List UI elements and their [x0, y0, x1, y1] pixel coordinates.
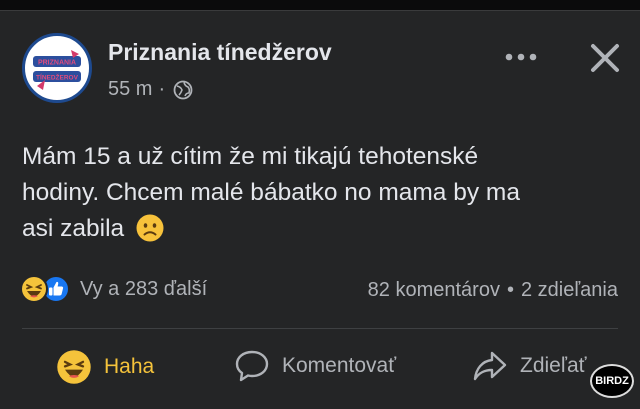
watermark-logo: BIRDZ	[590, 364, 634, 398]
post-text-line: hodiny. Chcem malé bábatko no mama by ma	[22, 179, 520, 206]
share-icon	[473, 351, 507, 381]
more-dots-icon	[505, 53, 537, 61]
haha-icon	[57, 350, 91, 384]
svg-text:PRIZNANIA: PRIZNANIA	[38, 60, 76, 67]
post-text-line: Mám 15 a už cítim že mi tikajú tehotensk…	[22, 143, 479, 170]
post-time[interactable]: 55 m	[108, 78, 152, 101]
comment-label: Komentovať	[282, 354, 397, 377]
share-label: Zdieľať	[520, 354, 587, 377]
share-button[interactable]: Zdieľať	[472, 349, 587, 383]
counts-separator: •	[506, 279, 514, 301]
priznania-logo: PRIZNANIA TÍNEDŽEROV	[27, 38, 87, 98]
engagement-counts: 82 komentárov • 2 zdieľania	[368, 279, 618, 302]
haha-icon	[20, 275, 48, 303]
post-text: Mám 15 a už cítim že mi tikajú tehotensk…	[22, 139, 612, 247]
globe-icon	[173, 80, 193, 99]
meta-dot: ·	[158, 78, 166, 100]
close-icon	[591, 44, 619, 72]
shares-count[interactable]: 2 zdieľania	[521, 279, 618, 302]
divider	[22, 328, 618, 329]
post-text-line-content: asi zabila	[22, 215, 125, 242]
post-card: PRIZNANIA TÍNEDŽEROV Priznania tínedžero…	[0, 10, 640, 409]
page-avatar[interactable]: PRIZNANIA TÍNEDŽEROV	[22, 33, 92, 103]
sad-face-emoji	[136, 214, 164, 242]
more-options-button[interactable]	[504, 47, 538, 67]
page-name[interactable]: Priznania tínedžerov	[108, 39, 332, 66]
post-meta: 55 m ·	[108, 78, 193, 101]
post-text-line: asi zabila	[22, 211, 612, 247]
close-button[interactable]	[588, 41, 622, 75]
comment-icon	[235, 350, 269, 382]
comment-button[interactable]: Komentovať	[234, 349, 396, 383]
haha-reaction-button[interactable]: Haha	[56, 349, 154, 385]
haha-label: Haha	[104, 355, 155, 378]
reaction-summary-text: Vy a 283 ďalší	[80, 277, 208, 300]
reaction-summary[interactable]: Vy a 283 ďalší	[20, 275, 207, 303]
comments-count[interactable]: 82 komentárov	[368, 279, 500, 302]
svg-text:TÍNEDŽEROV: TÍNEDŽEROV	[36, 73, 79, 82]
